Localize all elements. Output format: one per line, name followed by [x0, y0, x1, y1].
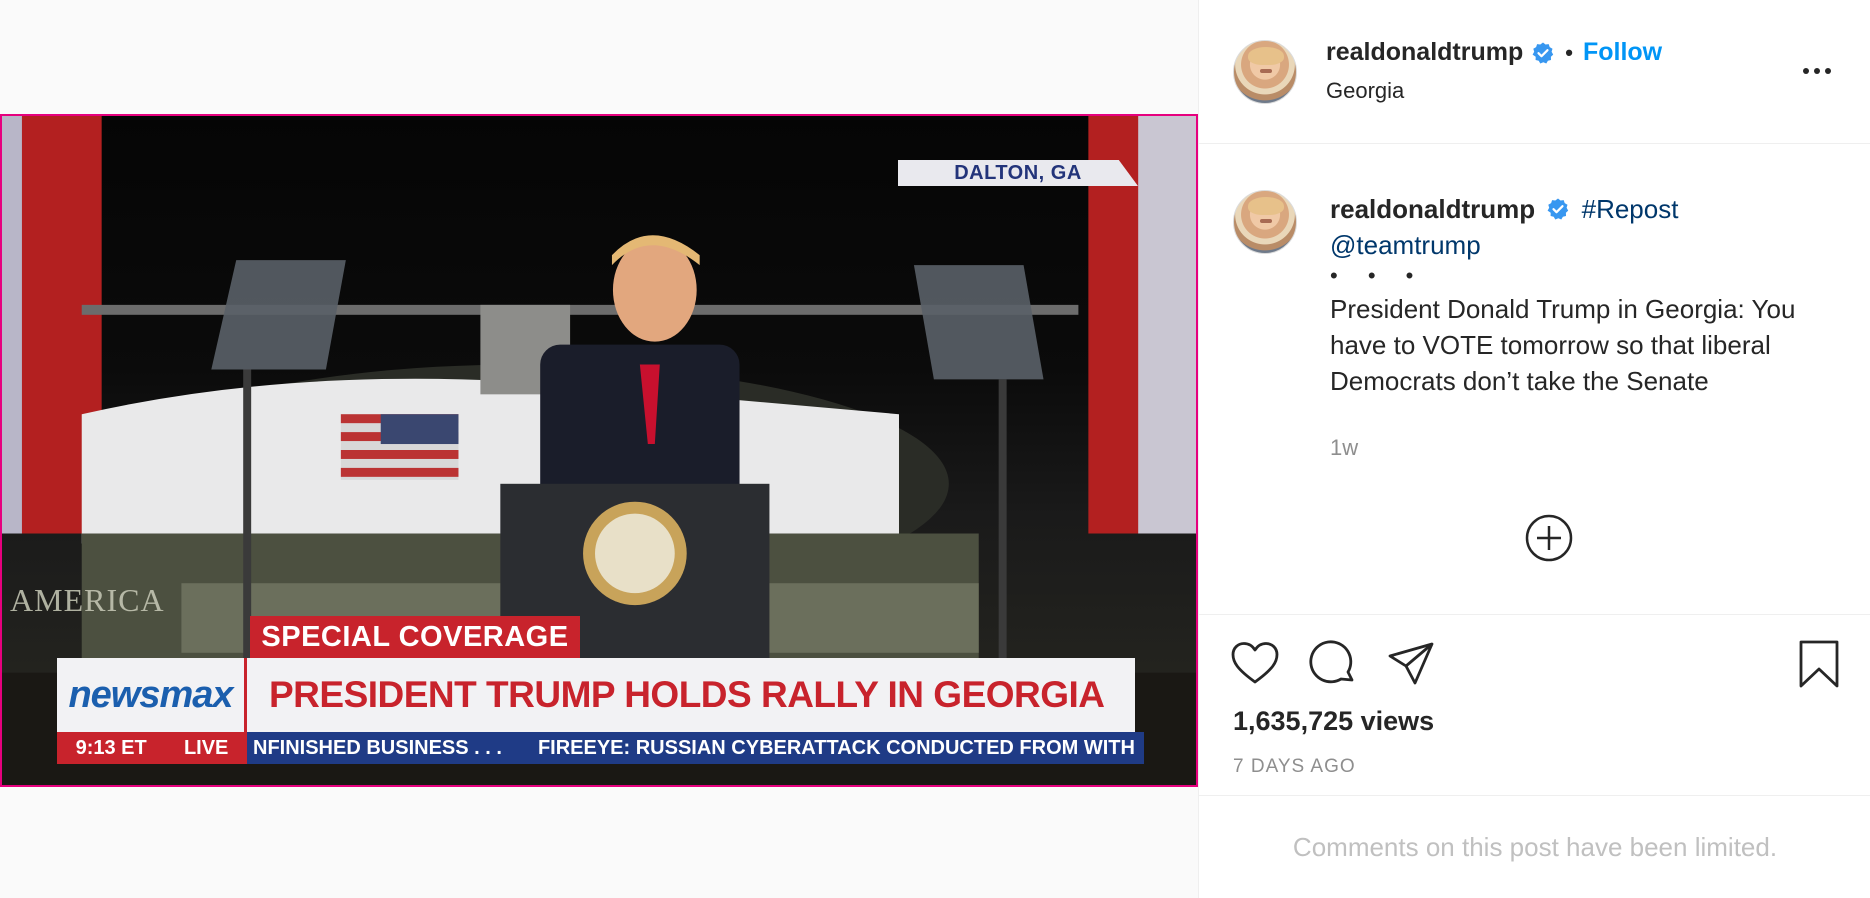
news-ticker: 9:13 ET LIVE NFINISHED BUSINESS . . . FI…	[57, 732, 1144, 764]
ticker-time-block: 9:13 ET LIVE	[57, 732, 247, 764]
comments-limited-notice: Comments on this post have been limited.	[1292, 831, 1778, 862]
caption-timestamp[interactable]: 1w	[1330, 435, 1358, 461]
bookmark-icon[interactable]	[1793, 638, 1845, 690]
mention-link[interactable]: @teamtrump	[1330, 230, 1481, 260]
ticker-time: 9:13 ET	[75, 736, 147, 759]
ticker-live: LIVE	[183, 736, 229, 759]
ticker-item: NFINISHED BUSINESS . . .	[253, 736, 502, 759]
hashtag-link[interactable]: #Repost	[1582, 194, 1679, 224]
ticker-crawl: NFINISHED BUSINESS . . . FIREEYE: RUSSIA…	[247, 732, 1144, 764]
post-date[interactable]: 7 DAYS AGO	[1233, 756, 1356, 778]
special-coverage-label: SPECIAL COVERAGE	[250, 616, 580, 658]
post-actions: 1,635,725 views 7 DAYS AGO	[1199, 616, 1870, 796]
plus-circle-icon[interactable]	[1524, 513, 1574, 563]
dateline-label: DALTON, GA	[898, 160, 1138, 186]
more-dot	[1814, 68, 1820, 74]
avatar[interactable]	[1233, 40, 1297, 104]
post-side-panel: realdonaldtrump • Follow Georgia realdon…	[1198, 0, 1870, 898]
more-dot	[1825, 68, 1831, 74]
caption-username[interactable]: realdonaldtrump	[1330, 194, 1535, 224]
lower-third: newsmax PRESIDENT TRUMP HOLDS RALLY IN G…	[57, 658, 1135, 732]
verified-badge-icon	[1547, 198, 1569, 220]
caption-dots: • • •	[1330, 263, 1426, 288]
more-dot	[1803, 68, 1809, 74]
media-area: DALTON, GA AMERICA SPECIAL COVERAGE news…	[0, 0, 1198, 898]
post-video[interactable]: DALTON, GA AMERICA SPECIAL COVERAGE news…	[0, 114, 1198, 787]
header-username[interactable]: realdonaldtrump	[1326, 38, 1523, 67]
verified-badge-icon	[1532, 42, 1554, 63]
views-count[interactable]: 1,635,725 views	[1233, 706, 1434, 737]
caption-body: realdonaldtrump #Repost @teamtrump • • •…	[1330, 191, 1850, 399]
network-logo: newsmax	[57, 658, 247, 732]
backdrop-text: AMERICA	[10, 582, 165, 618]
caption-text: President Donald Trump in Georgia: You h…	[1330, 294, 1796, 396]
follow-button[interactable]: Follow	[1583, 38, 1662, 67]
more-options-icon[interactable]	[1797, 56, 1837, 86]
location-link[interactable]: Georgia	[1326, 78, 1404, 104]
comment-icon[interactable]	[1307, 638, 1359, 690]
news-headline: PRESIDENT TRUMP HOLDS RALLY IN GEORGIA	[269, 674, 1105, 715]
post-header: realdonaldtrump • Follow Georgia	[1199, 0, 1870, 144]
share-icon[interactable]	[1385, 638, 1437, 690]
header-user-row: realdonaldtrump • Follow	[1326, 38, 1662, 67]
separator-dot: •	[1565, 39, 1573, 65]
ticker-item: FIREEYE: RUSSIAN CYBERATTACK CONDUCTED F…	[537, 736, 1135, 759]
post-caption: realdonaldtrump #Repost @teamtrump • • •…	[1199, 145, 1870, 615]
avatar[interactable]	[1233, 190, 1297, 254]
heart-icon[interactable]	[1229, 638, 1281, 690]
